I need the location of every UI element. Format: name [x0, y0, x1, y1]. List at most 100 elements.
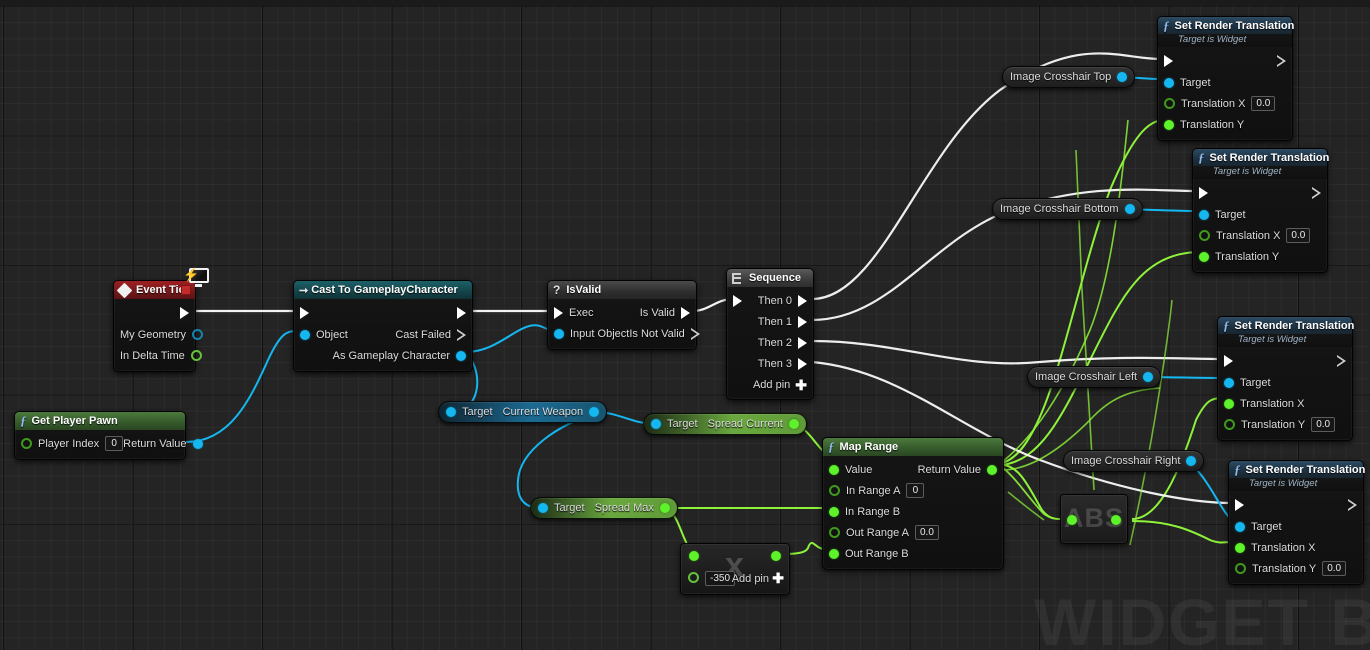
out-range-a-in-pin[interactable]	[829, 527, 840, 538]
translation-x-value-field[interactable]: 0.0	[1286, 228, 1311, 243]
pin-row-target[interactable]: Target	[1193, 204, 1327, 225]
player-index-value-field[interactable]: 0	[105, 436, 124, 451]
target-in-pin[interactable]	[1235, 521, 1245, 532]
node-set-render-translation-3[interactable]: ƒ Set Render Translation Target is Widge…	[1217, 316, 1354, 441]
input-object-in-pin[interactable]	[554, 328, 564, 339]
translation-x-in-pin[interactable]	[1235, 542, 1245, 553]
translation-x-in-pin[interactable]	[1199, 230, 1210, 241]
target-in-pin[interactable]	[1164, 77, 1174, 88]
translation-x-in-pin[interactable]	[1164, 98, 1175, 109]
target-in-pin[interactable]	[651, 419, 661, 429]
my-geometry-out-pin[interactable]	[192, 329, 204, 340]
pin-row-out-range-a[interactable]: Out Range A 0.0	[823, 522, 1003, 543]
then-1-exec-out-pin[interactable]	[798, 315, 807, 328]
node-get-player-pawn[interactable]: ƒ Get Player Pawn Player Index 0 Return …	[14, 411, 203, 460]
node-image-crosshair-left[interactable]: Image Crosshair Left	[1027, 366, 1162, 388]
pin-row-exec[interactable]	[294, 302, 472, 324]
then-3-exec-out-pin[interactable]	[798, 357, 807, 370]
target-in-pin[interactable]	[446, 407, 456, 417]
node-set-render-translation-4[interactable]: ƒ Set Render Translation Target is Widge…	[1228, 460, 1365, 585]
multiply-result-out-pin[interactable]	[771, 551, 781, 561]
target-in-pin[interactable]	[538, 503, 548, 513]
translation-y-in-pin[interactable]	[1235, 563, 1246, 574]
pin-row-target[interactable]: Target	[1229, 516, 1363, 537]
image-crosshair-bottom-out-pin[interactable]	[1124, 204, 1135, 214]
exec-in-pin[interactable]	[554, 306, 563, 319]
image-crosshair-left-out-pin[interactable]	[1143, 372, 1154, 382]
object-in-pin[interactable]	[300, 329, 310, 340]
in-range-b-in-pin[interactable]	[829, 506, 839, 517]
in-delta-time-out-pin[interactable]	[190, 350, 202, 361]
translation-y-in-pin[interactable]	[1164, 119, 1174, 130]
pin-row-translation-y[interactable]: Translation Y 0.0	[1218, 414, 1352, 435]
node-get-spread-current[interactable]: Target Spread Current	[643, 413, 807, 435]
pin-row-exec[interactable]	[1218, 350, 1352, 372]
exec-in-pin[interactable]	[300, 307, 309, 319]
then-0-exec-out-pin[interactable]	[798, 294, 807, 307]
pin-row-target[interactable]: Target	[1158, 72, 1292, 93]
node-cast-to-gameplay-character[interactable]: ➞ Cast To GameplayCharacter Object Cast …	[293, 280, 473, 372]
pin-row-exec-out[interactable]	[114, 302, 195, 324]
multiply-add-pin-label[interactable]: Add pin	[732, 573, 769, 585]
pin-row-object[interactable]: Object Cast Failed	[294, 324, 472, 345]
exec-out-pin[interactable]	[457, 307, 466, 319]
spread-current-out-pin[interactable]	[788, 419, 799, 429]
multiply-b-value-field[interactable]: -350	[705, 571, 736, 586]
node-image-crosshair-right[interactable]: Image Crosshair Right	[1063, 450, 1205, 472]
pin-row-exec[interactable]	[1193, 182, 1327, 204]
exec-in-pin[interactable]	[1224, 355, 1233, 367]
node-image-crosshair-top[interactable]: Image Crosshair Top	[1002, 66, 1136, 88]
target-in-pin[interactable]	[1224, 377, 1234, 388]
multiply-b-in-pin[interactable]	[688, 572, 699, 583]
spread-max-out-pin[interactable]	[659, 503, 670, 513]
pin-row-then-2[interactable]: Then 2	[727, 332, 813, 353]
exec-out-pin[interactable]	[1337, 355, 1346, 367]
image-crosshair-right-out-pin[interactable]	[1186, 456, 1197, 466]
out-range-a-value-field[interactable]: 0.0	[915, 525, 939, 540]
pin-row-translation-y[interactable]: Translation Y	[1158, 114, 1292, 135]
translation-y-value-field[interactable]: 0.0	[1311, 417, 1336, 432]
node-image-crosshair-bottom[interactable]: Image Crosshair Bottom	[992, 198, 1143, 220]
node-set-render-translation-2[interactable]: ƒ Set Render Translation Target is Widge…	[1192, 148, 1329, 273]
pin-row-exec[interactable]	[1158, 50, 1292, 72]
return-value-out-pin[interactable]	[192, 438, 203, 449]
pin-row-translation-x[interactable]: Translation X	[1218, 393, 1352, 414]
exec-in-pin[interactable]	[733, 294, 742, 307]
pin-row-target[interactable]: Target	[1218, 372, 1352, 393]
exec-in-pin[interactable]	[1199, 187, 1208, 199]
translation-y-in-pin[interactable]	[1199, 251, 1209, 262]
node-set-render-translation-1[interactable]: ƒ Set Render Translation Target is Widge…	[1157, 16, 1294, 141]
pin-row-input-object[interactable]: Input Object Is Not Valid	[548, 323, 700, 344]
pin-row-as-gameplay-character[interactable]: As Gameplay Character	[294, 345, 472, 366]
translation-y-in-pin[interactable]	[1224, 419, 1235, 430]
node-get-spread-max[interactable]: Target Spread Max	[530, 497, 678, 519]
exec-out-pin[interactable]	[1348, 499, 1357, 511]
as-gameplay-character-out-pin[interactable]	[456, 350, 466, 361]
abs-in-pin[interactable]	[1067, 515, 1077, 525]
node-is-valid[interactable]: ? IsValid Exec Is Valid Input Object Is …	[547, 280, 700, 350]
pin-row-then-1[interactable]: Then 1	[727, 311, 813, 332]
translation-x-in-pin[interactable]	[1224, 398, 1234, 409]
exec-out-pin[interactable]	[1277, 55, 1286, 67]
pin-row-translation-x[interactable]: Translation X 0.0	[1158, 93, 1292, 114]
sequence-add-pin-button[interactable]: Add pin ✚	[727, 374, 813, 394]
exec-in-pin[interactable]	[1164, 55, 1173, 67]
pin-row-in-delta-time[interactable]: In Delta Time	[114, 345, 202, 366]
pin-row-in-range-b[interactable]: In Range B	[823, 501, 1003, 522]
return-value-out-pin[interactable]	[987, 464, 997, 475]
pin-row-in-range-a[interactable]: In Range A 0	[823, 480, 1003, 501]
translation-y-value-field[interactable]: 0.0	[1322, 561, 1347, 576]
blueprint-graph-canvas[interactable]: Event Tick My Geometry In Delta Time ⚡ ➞…	[0, 0, 1370, 650]
plus-icon[interactable]: ✚	[772, 571, 784, 585]
node-map-range[interactable]: ƒ Map Range Value Return Value In Range …	[822, 437, 1004, 570]
pin-row-translation-x[interactable]: Translation X 0.0	[1193, 225, 1327, 246]
pin-row-exec[interactable]	[1229, 494, 1363, 516]
pin-row-exec[interactable]: Exec Is Valid	[548, 302, 696, 323]
pin-row-then-3[interactable]: Then 3	[727, 353, 813, 374]
in-range-a-value-field[interactable]: 0	[906, 483, 925, 498]
pin-row-translation-y[interactable]: Translation Y 0.0	[1229, 558, 1363, 579]
translation-x-value-field[interactable]: 0.0	[1251, 96, 1276, 111]
value-in-pin[interactable]	[829, 464, 839, 475]
exec-out-pin[interactable]	[180, 307, 189, 319]
cast-failed-exec-pin[interactable]	[457, 328, 466, 341]
